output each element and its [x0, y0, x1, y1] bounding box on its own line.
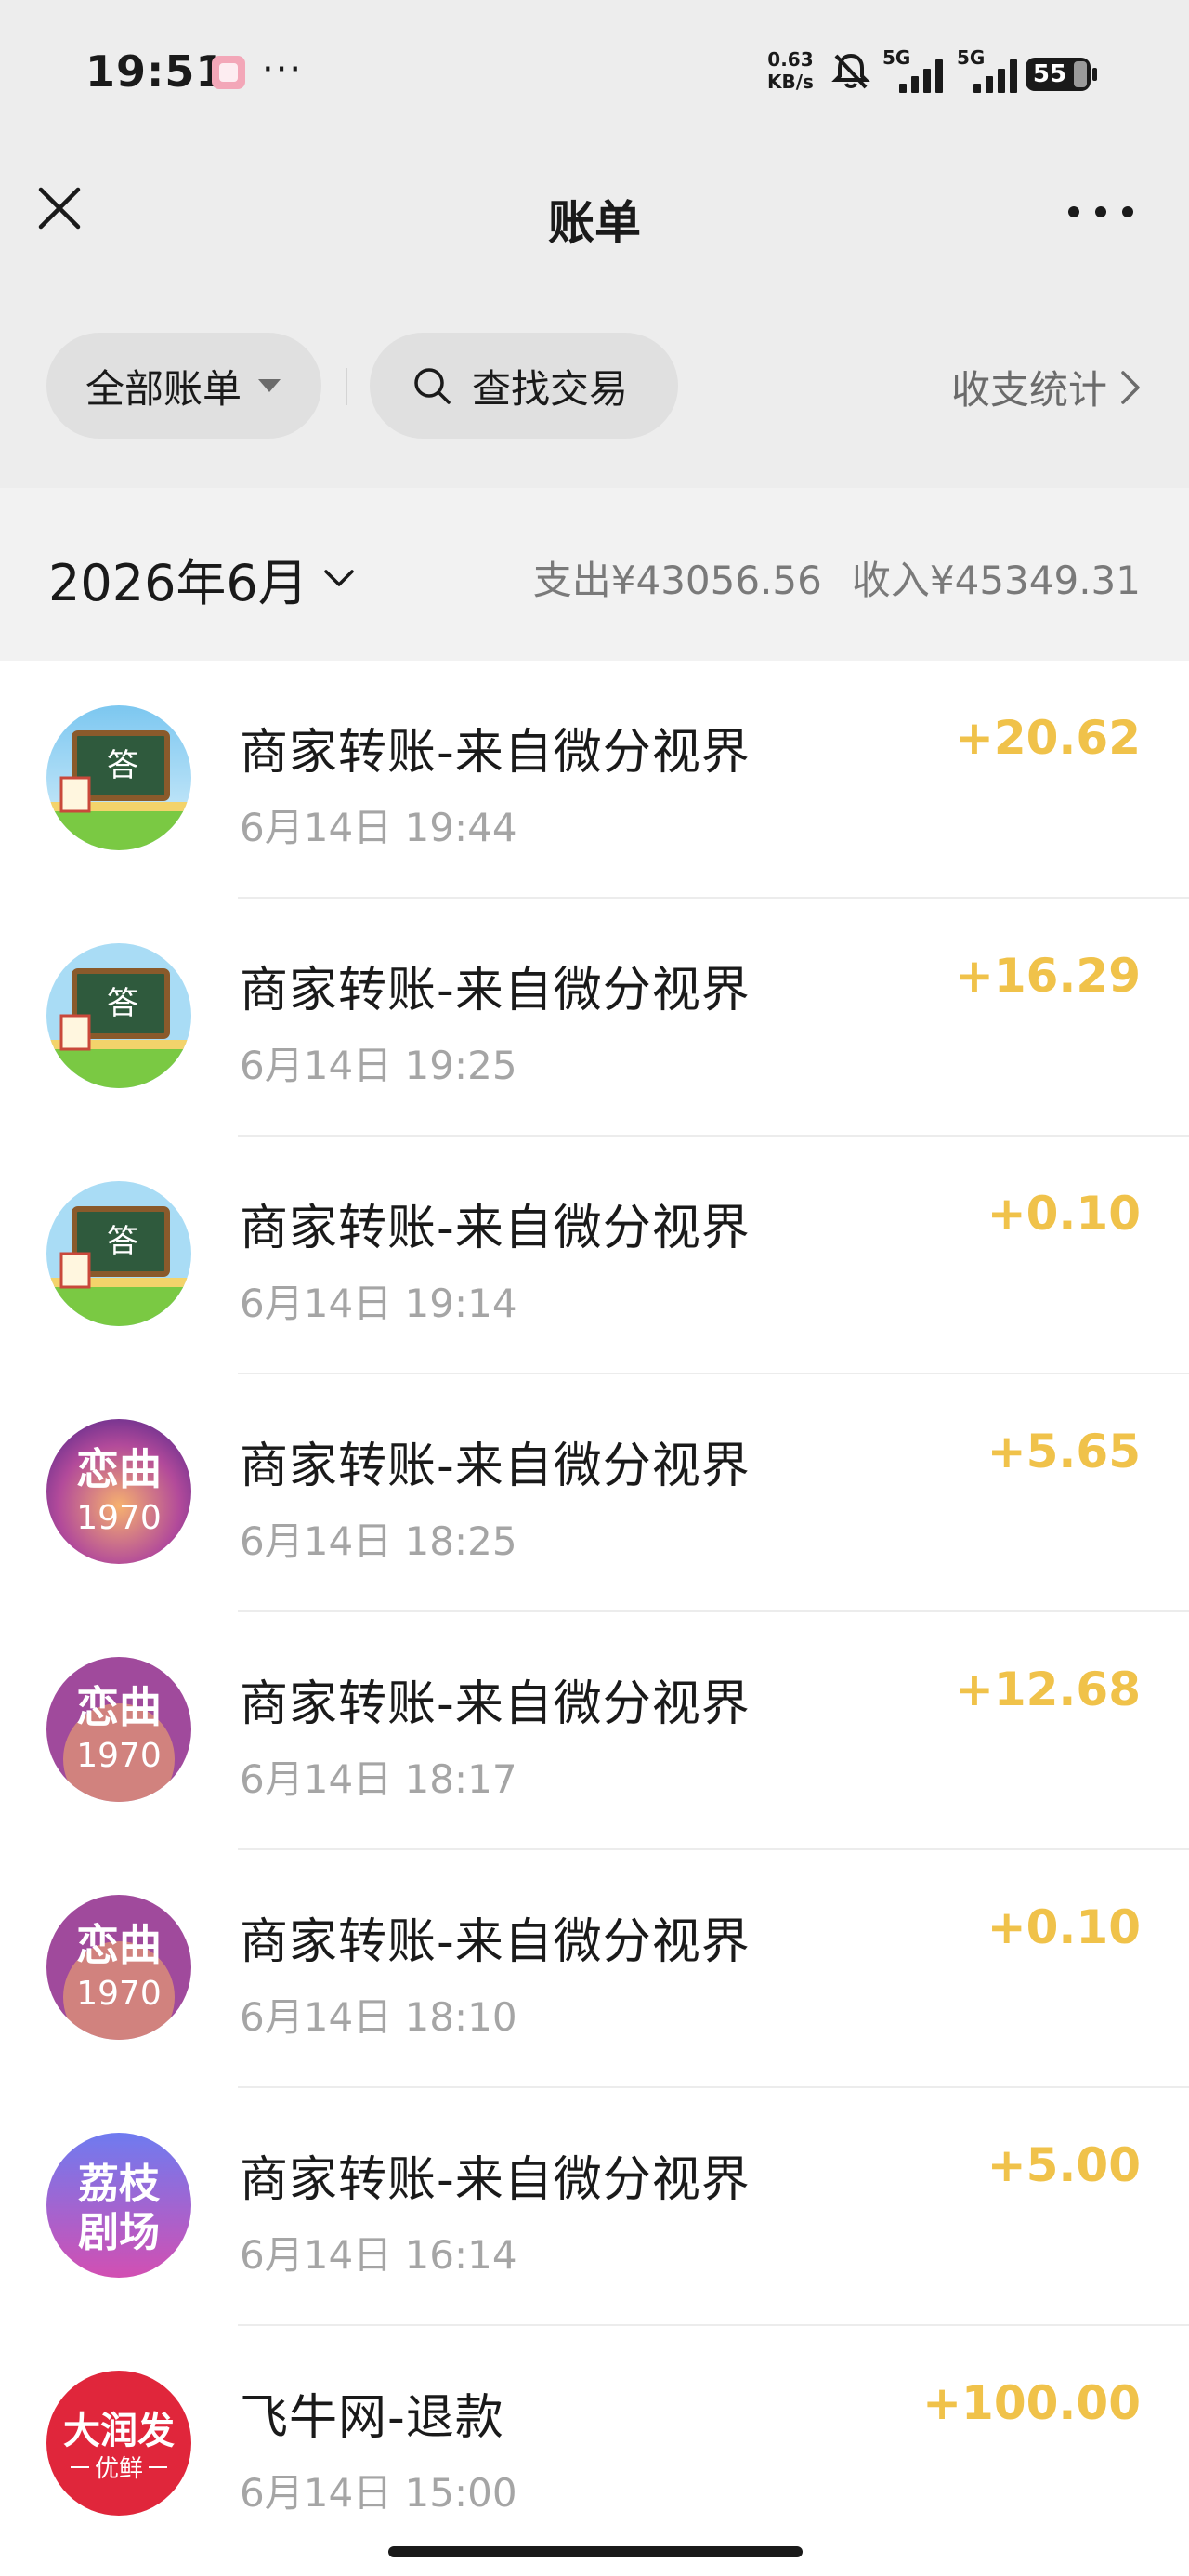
transaction-time: 6月14日 19:25 [240, 1043, 517, 1088]
stats-label: 收支统计 [950, 367, 1107, 413]
love-avatar-line1: 恋曲 [76, 1444, 162, 1494]
transaction-time: 6月14日 19:14 [240, 1281, 517, 1326]
love-song-1970-avatar: 恋曲 1970 [46, 1419, 191, 1564]
month-summary-row: 2026年6月 支出¥43056.56 收入¥45349.31 [0, 488, 1189, 661]
transaction-amount: +16.29 [954, 949, 1141, 1003]
top-area: 19:51 ··· 0.63 KB/s 5G 5G 55 账单 全部账单 查找交… [0, 0, 1189, 488]
transaction-row[interactable]: 恋曲 1970 商家转账-来自微分视界 6月14日 18:25 +5.65 [0, 1374, 1189, 1612]
title-bar: 账单 [0, 149, 1189, 279]
quiz-app-avatar: 答 [46, 943, 191, 1088]
quiz-avatar-char: 答 [107, 747, 138, 784]
love-avatar-line2: 1970 [76, 1975, 162, 2013]
transaction-title: 商家转账-来自微分视界 [240, 1676, 751, 1732]
signal-5g-icon-2: 5G [957, 46, 1022, 95]
love-avatar-line1: 恋曲 [76, 1682, 162, 1732]
transaction-time: 6月14日 18:10 [240, 1994, 517, 2040]
transaction-row[interactable]: 答 商家转账-来自微分视界 6月14日 19:14 +0.10 [0, 1137, 1189, 1374]
page-title: 账单 [548, 196, 641, 250]
income-expense-stats-link[interactable]: 收支统计 [951, 359, 1141, 415]
rt-avatar-line1: 大润发 [63, 2410, 175, 2452]
love-song-1970-avatar: 恋曲 1970 [46, 1657, 191, 1802]
transaction-title: 商家转账-来自微分视界 [240, 1914, 751, 1970]
transaction-amount: +12.68 [954, 1663, 1141, 1716]
transaction-time: 6月14日 18:17 [240, 1756, 517, 1802]
love-avatar-line1: 恋曲 [76, 1920, 162, 1970]
status-time: 19:51 [85, 46, 227, 97]
month-selector[interactable]: 2026年6月 [48, 542, 355, 615]
transaction-title: 商家转账-来自微分视界 [240, 963, 751, 1019]
more-options-icon[interactable] [1068, 203, 1133, 221]
battery-icon: 55 [1026, 58, 1097, 91]
transaction-row[interactable]: 恋曲 1970 商家转账-来自微分视界 6月14日 18:17 +12.68 [0, 1612, 1189, 1850]
quiz-avatar-char: 答 [107, 1223, 138, 1260]
transaction-amount: +5.00 [986, 2138, 1141, 2192]
transaction-row[interactable]: 答 商家转账-来自微分视界 6月14日 19:44 +20.62 [0, 661, 1189, 899]
transaction-row[interactable]: 大润发 优鲜 飞牛网-退款 6月14日 15:00 +100.00 [0, 2326, 1189, 2564]
rt-avatar-line2: 优鲜 [95, 2455, 143, 2483]
quiz-app-avatar: 答 [46, 1181, 191, 1326]
transaction-title: 商家转账-来自微分视界 [240, 2152, 751, 2208]
transaction-time: 6月14日 15:00 [240, 2470, 517, 2516]
transaction-amount: +0.10 [986, 1900, 1141, 1954]
love-avatar-line2: 1970 [76, 1737, 162, 1775]
transaction-title: 飞牛网-退款 [240, 2390, 504, 2446]
love-avatar-line2: 1970 [76, 1499, 162, 1537]
home-indicator[interactable] [388, 2546, 803, 2557]
transaction-row[interactable]: 荔枝 剧场 商家转账-来自微分视界 6月14日 16:14 +5.00 [0, 2088, 1189, 2326]
network-speed-unit: KB/s [767, 71, 814, 93]
notification-app-icon [212, 56, 245, 89]
transaction-time: 6月14日 16:14 [240, 2232, 517, 2278]
search-transactions-button[interactable]: 查找交易 [370, 333, 678, 439]
rt-mart-avatar: 大润发 优鲜 [46, 2371, 191, 2516]
transaction-list: 答 商家转账-来自微分视界 6月14日 19:44 +20.62 答 商家转账-… [0, 661, 1189, 2564]
bell-muted-icon [831, 53, 870, 89]
more-notifications-icon: ··· [262, 48, 304, 91]
all-bills-label: 全部账单 [85, 365, 242, 412]
divider [346, 368, 347, 405]
transaction-row[interactable]: 恋曲 1970 商家转账-来自微分视界 6月14日 18:10 +0.10 [0, 1850, 1189, 2088]
quiz-avatar-char: 答 [107, 985, 138, 1022]
expense-total: 支出¥43056.56 [532, 558, 822, 603]
transaction-amount: +5.65 [986, 1425, 1141, 1479]
chevron-right-icon [1121, 370, 1140, 404]
transaction-amount: +100.00 [922, 2376, 1141, 2430]
lychee-theater-avatar: 荔枝 剧场 [46, 2133, 191, 2278]
signal-5g-icon: 5G [882, 46, 947, 95]
transaction-time: 6月14日 18:25 [240, 1518, 517, 1564]
transaction-amount: +20.62 [954, 711, 1141, 765]
all-bills-filter-button[interactable]: 全部账单 [46, 333, 321, 439]
lychee-avatar-line2: 剧场 [78, 2209, 160, 2256]
filter-row: 全部账单 查找交易 收支统计 [0, 279, 1189, 488]
lychee-avatar-line1: 荔枝 [78, 2161, 161, 2208]
transaction-title: 商家转账-来自微分视界 [240, 725, 751, 781]
chevron-down-icon [324, 569, 354, 586]
status-bar: 19:51 ··· 0.63 KB/s 5G 5G 55 [0, 0, 1189, 149]
month-totals: 支出¥43056.56 收入¥45349.31 [533, 549, 1141, 606]
transaction-row[interactable]: 答 商家转账-来自微分视界 6月14日 19:25 +16.29 [0, 899, 1189, 1137]
caret-down-icon [258, 379, 281, 392]
love-song-1970-avatar: 恋曲 1970 [46, 1895, 191, 2040]
search-label: 查找交易 [472, 365, 629, 412]
income-total: 收入¥45349.31 [851, 558, 1141, 603]
quiz-app-avatar: 答 [46, 705, 191, 850]
transaction-title: 商家转账-来自微分视界 [240, 1201, 751, 1256]
transaction-title: 商家转账-来自微分视界 [240, 1439, 751, 1494]
search-icon [414, 368, 451, 404]
battery-level: 55 [1032, 60, 1067, 88]
network-speed: 0.63 KB/s [767, 48, 814, 93]
transaction-time: 6月14日 19:44 [240, 805, 517, 850]
network-speed-value: 0.63 [767, 48, 814, 71]
month-label: 2026年6月 [48, 554, 308, 612]
transaction-amount: +0.10 [986, 1187, 1141, 1241]
